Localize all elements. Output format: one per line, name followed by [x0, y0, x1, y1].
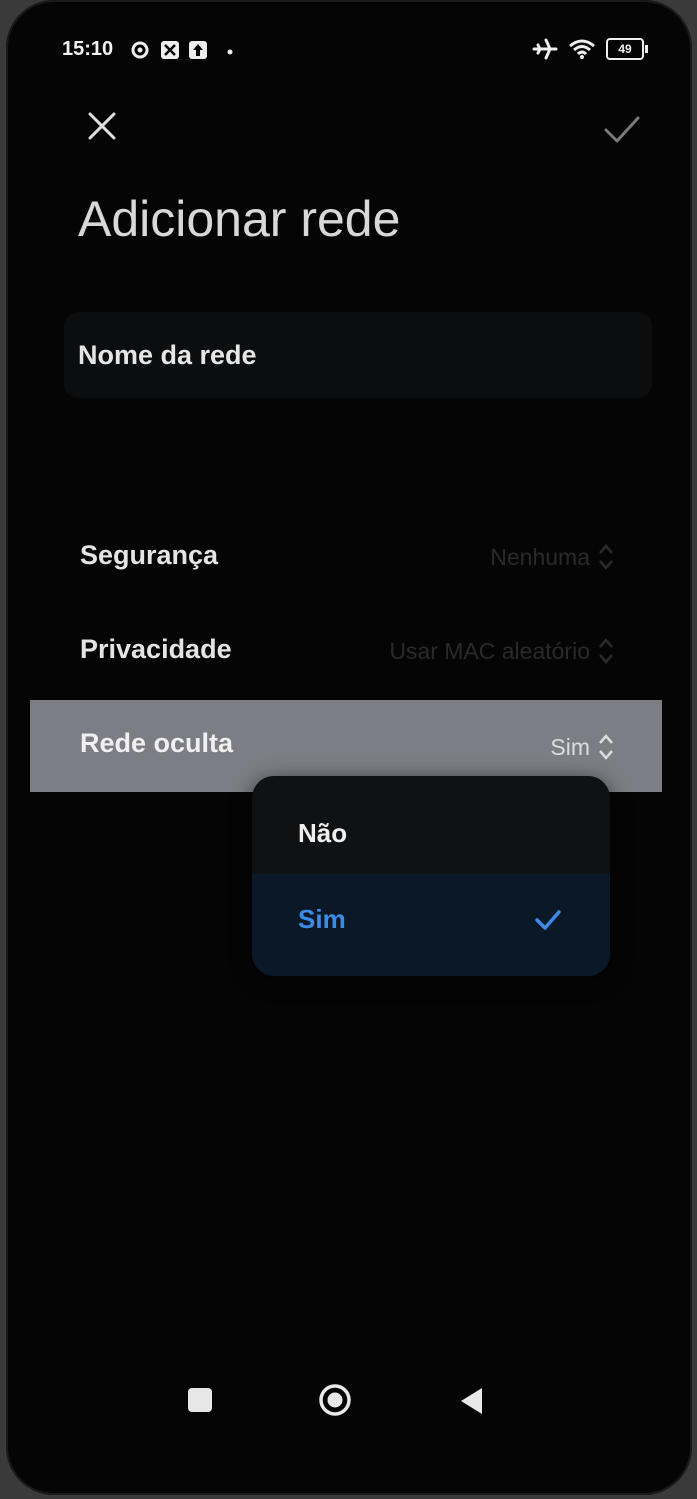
square-icon[interactable] — [188, 1388, 212, 1412]
hidden-network-label: Rede oculta — [80, 728, 234, 758]
option-sim[interactable]: Sim — [252, 874, 610, 976]
page-title: Adicionar rede — [78, 191, 401, 247]
navigation-bar — [6, 1376, 692, 1426]
airplane-icon — [532, 38, 558, 60]
check-icon[interactable] — [602, 112, 642, 148]
hidden-network-dropdown: Não Sim — [252, 776, 610, 976]
battery-level: 49 — [618, 42, 632, 56]
status-bar: 15:10 49 — [62, 36, 648, 66]
hidden-network-value: Sim — [550, 734, 590, 760]
network-name-placeholder: Nome da rede — [78, 340, 257, 370]
battery-icon: 49 — [606, 38, 648, 60]
privacy-label: Privacidade — [80, 634, 232, 664]
app-notification-icon — [161, 41, 179, 59]
option-nao[interactable]: Não — [252, 776, 610, 874]
option-label: Sim — [298, 904, 346, 934]
status-time: 15:10 — [62, 38, 114, 60]
upload-notification-icon — [189, 41, 207, 59]
circle-icon[interactable] — [318, 1383, 352, 1417]
chevron-updown-icon — [599, 544, 613, 570]
check-icon — [535, 910, 561, 930]
settings-gear-icon — [131, 41, 149, 59]
close-icon[interactable] — [84, 108, 120, 144]
chevron-updown-icon — [599, 638, 613, 664]
security-label: Segurança — [80, 540, 219, 570]
security-row[interactable]: Segurança Nenhuma — [30, 518, 662, 596]
privacy-value: Usar MAC aleatório — [389, 638, 590, 664]
network-name-field[interactable]: Nome da rede — [64, 312, 652, 398]
phone-screen: 15:10 49 Adicionar rede Nome da rede Seg… — [6, 0, 692, 1495]
triangle-back-icon[interactable] — [458, 1386, 484, 1416]
security-value: Nenhuma — [490, 544, 590, 570]
dot-icon — [227, 49, 233, 55]
chevron-updown-icon — [599, 734, 613, 760]
option-label: Não — [298, 818, 348, 848]
privacy-row[interactable]: Privacidade Usar MAC aleatório — [30, 612, 662, 690]
wifi-icon — [569, 39, 595, 59]
